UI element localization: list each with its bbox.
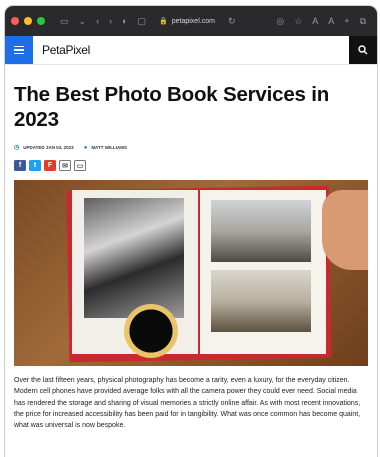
chevron-down-icon[interactable]: ⌄ xyxy=(79,16,87,26)
twitter-icon[interactable]: t xyxy=(29,160,41,171)
text-smaller-icon[interactable]: A xyxy=(312,16,318,26)
bookmark-star-icon[interactable]: ☆ xyxy=(294,16,302,26)
email-icon[interactable]: ✉ xyxy=(59,160,71,171)
hand-image xyxy=(322,190,368,270)
flipboard-icon[interactable]: F xyxy=(44,160,56,171)
extension-icon[interactable]: ◎ xyxy=(276,16,284,26)
zoom-window-button[interactable] xyxy=(37,17,45,25)
url-text: petapixel.com xyxy=(171,17,215,25)
landscape-photo-top xyxy=(211,200,311,262)
new-tab-icon[interactable]: + xyxy=(344,16,349,26)
back-icon[interactable]: ‹ xyxy=(96,16,99,26)
horse-photo xyxy=(84,198,184,318)
updated-date: UPDATED JAN 03, 2023 xyxy=(23,145,74,150)
share-bar: f t F ✉ ▭ xyxy=(14,160,368,171)
text-larger-icon[interactable]: A xyxy=(328,16,334,26)
article-title: The Best Photo Book Services in 2023 xyxy=(14,83,330,131)
coffee-cup-image xyxy=(124,304,178,358)
search-icon xyxy=(358,45,368,55)
close-window-button[interactable] xyxy=(11,17,19,25)
hero-image xyxy=(14,180,368,366)
site-logo-text: PetaPixel xyxy=(42,43,90,57)
landscape-photo-bottom xyxy=(211,270,311,332)
author-name[interactable]: MATT WILLIAMS xyxy=(91,145,127,150)
clock-icon: ◷ xyxy=(14,145,20,151)
hamburger-icon-bar xyxy=(14,52,24,55)
reload-icon[interactable]: ↻ xyxy=(228,16,236,26)
browser-window: ▭ ⌄ ‹ › ◐ ▢ 🔒 petapixel.com ↻ ◎ ☆ A A + … xyxy=(5,6,377,457)
author-icon: ● xyxy=(83,144,88,151)
sidebar-icon[interactable]: ▭ xyxy=(60,16,69,26)
privacy-shield-icon[interactable]: ◐ xyxy=(122,16,127,26)
window-controls xyxy=(11,17,45,25)
hamburger-icon-bar xyxy=(14,49,24,51)
comment-icon[interactable]: ▭ xyxy=(74,160,86,171)
article-body: Over the last fifteen years, physical ph… xyxy=(14,377,361,430)
menu-button[interactable] xyxy=(5,36,33,64)
search-button[interactable] xyxy=(349,36,377,64)
tab-overview-icon[interactable]: ⧉ xyxy=(360,16,366,26)
site-header: PetaPixel xyxy=(5,36,377,65)
lock-icon: 🔒 xyxy=(159,18,168,25)
article-meta: ◷ UPDATED JAN 03, 2023 ● MATT WILLIAMS xyxy=(14,144,368,152)
minimize-window-button[interactable] xyxy=(24,17,32,25)
tab-icon[interactable]: ▢ xyxy=(138,16,147,26)
hamburger-icon xyxy=(14,45,24,48)
article: The Best Photo Book Services in 2023 ◷ U… xyxy=(5,82,377,431)
facebook-icon[interactable]: f xyxy=(14,160,26,171)
forward-icon[interactable]: › xyxy=(109,16,112,26)
address-bar[interactable]: 🔒 petapixel.com xyxy=(159,17,215,26)
browser-toolbar: ▭ ⌄ ‹ › ◐ ▢ 🔒 petapixel.com ↻ ◎ ☆ A A + … xyxy=(5,6,377,36)
site-logo[interactable]: PetaPixel xyxy=(42,43,90,57)
